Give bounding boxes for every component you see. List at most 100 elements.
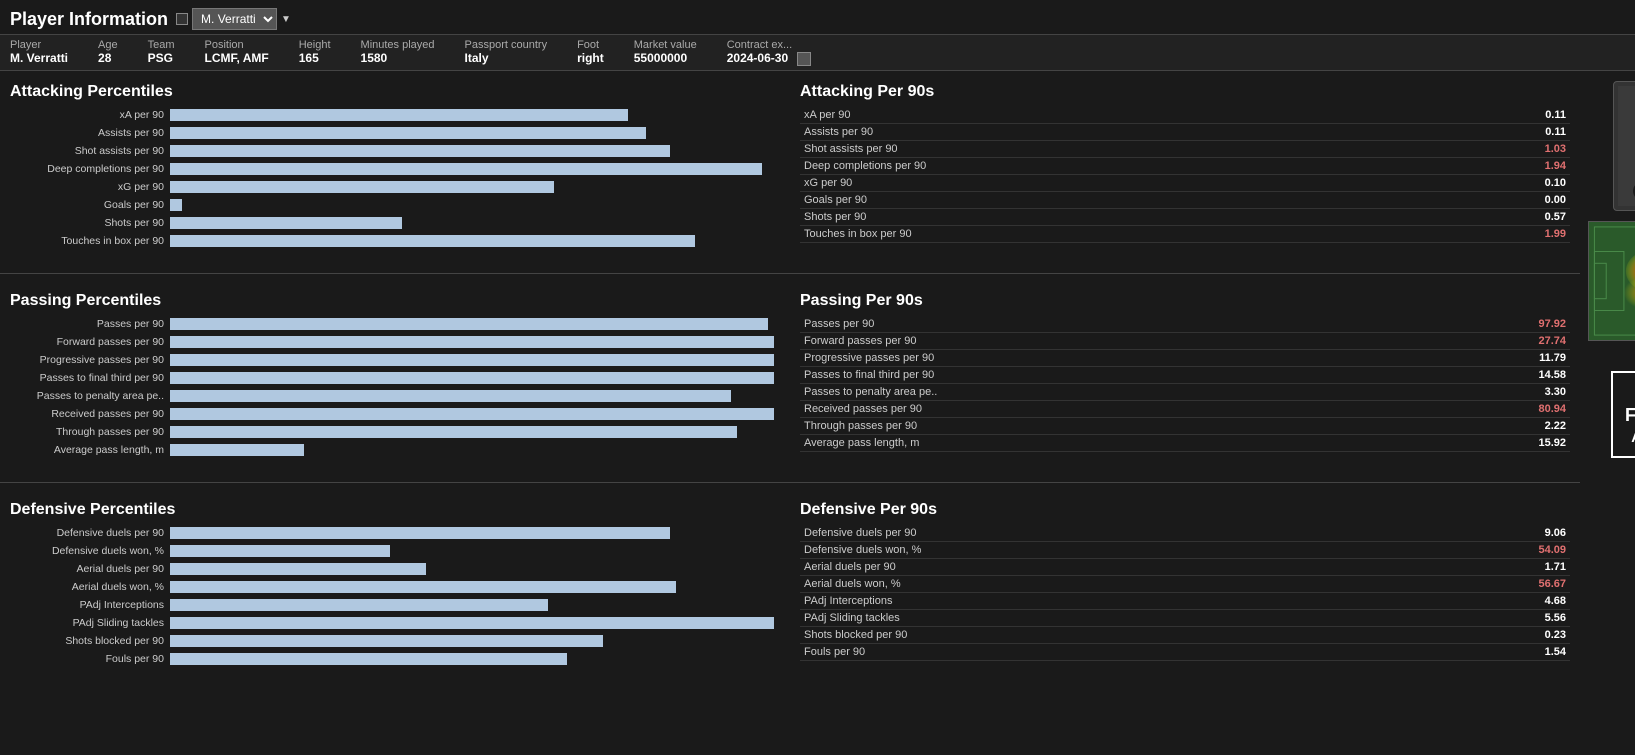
brand-box: TOTAL FOOTBALL ANALYSIS — [1611, 371, 1635, 458]
player-checkbox[interactable] — [176, 13, 188, 25]
market-col: Market value 55000000 — [634, 39, 697, 66]
stat-label: Passes per 90 — [800, 316, 1415, 333]
contract-checkbox[interactable] — [797, 52, 811, 66]
stat-label: Passes to penalty area pe.. — [800, 383, 1415, 400]
table-row: Shots blocked per 900.23 — [800, 626, 1570, 643]
passing-per90-panel: Passing Per 90s Passes per 9097.92Forwar… — [790, 280, 1580, 476]
bar-track — [170, 109, 780, 121]
minutes-label: Minutes played — [361, 39, 435, 51]
stat-value: 56.67 — [1400, 575, 1570, 592]
position-col: Position LCMF, AMF — [205, 39, 269, 66]
stat-label: Aerial duels won, % — [800, 575, 1400, 592]
bar-label: Deep completions per 90 — [10, 163, 170, 175]
attacking-percentiles-title: Attacking Percentiles — [10, 83, 780, 101]
team-col: Team PSG — [148, 39, 175, 66]
player-info-row: Player M. Verratti Age 28 Team PSG Posit… — [0, 35, 1635, 71]
stat-value: 1.94 — [1428, 157, 1570, 174]
passport-value: Italy — [465, 51, 548, 65]
stat-label: Deep completions per 90 — [800, 157, 1428, 174]
player-selector[interactable]: M. Verratti ▼ — [176, 8, 291, 30]
bar-fill — [170, 527, 670, 539]
stat-value: 5.56 — [1400, 609, 1570, 626]
table-row: Goals per 900.00 — [800, 191, 1570, 208]
table-row: Deep completions per 901.94 — [800, 157, 1570, 174]
market-label: Market value — [634, 39, 697, 51]
height-label: Height — [299, 39, 331, 51]
bar-row: Received passes per 90 — [10, 406, 780, 422]
bar-fill — [170, 145, 670, 157]
bar-label: Aerial duels won, % — [10, 581, 170, 593]
player-dropdown[interactable]: M. Verratti — [192, 8, 277, 30]
player-col: Player M. Verratti — [10, 39, 68, 66]
bar-fill — [170, 563, 426, 575]
stat-value: 27.74 — [1415, 332, 1570, 349]
bar-fill — [170, 444, 304, 456]
bar-track — [170, 163, 780, 175]
bar-row: Progressive passes per 90 — [10, 352, 780, 368]
table-row: Average pass length, m15.92 — [800, 434, 1570, 451]
bar-track — [170, 545, 780, 557]
stat-value: 14.58 — [1415, 366, 1570, 383]
defensive-per90-title: Defensive Per 90s — [800, 501, 1570, 519]
bar-fill — [170, 545, 390, 557]
bar-fill — [170, 653, 567, 665]
passing-percentiles-title: Passing Percentiles — [10, 292, 780, 310]
passing-per90-title: Passing Per 90s — [800, 292, 1570, 310]
stat-label: Received passes per 90 — [800, 400, 1415, 417]
table-row: Passes per 9097.92 — [800, 316, 1570, 333]
bar-label: Shot assists per 90 — [10, 145, 170, 157]
foot-label: Foot — [577, 39, 604, 51]
stat-value: 1.03 — [1428, 140, 1570, 157]
main-content: Attacking Percentiles xA per 90Assists p… — [0, 71, 1635, 685]
sidebar-right: TOTAL FOOTBALL ANALYSIS — [1580, 71, 1635, 685]
bar-fill — [170, 127, 646, 139]
bar-row: Shot assists per 90 — [10, 143, 780, 159]
bar-label: PAdj Interceptions — [10, 599, 170, 611]
passing-row: Passing Percentiles Passes per 90Forward… — [0, 280, 1580, 476]
table-row: Aerial duels won, %56.67 — [800, 575, 1570, 592]
table-row: PAdj Sliding tackles5.56 — [800, 609, 1570, 626]
bar-fill — [170, 336, 774, 348]
page-title: Player Information — [10, 9, 168, 30]
table-row: Defensive duels won, %54.09 — [800, 541, 1570, 558]
bar-row: Fouls per 90 — [10, 651, 780, 667]
bar-track — [170, 653, 780, 665]
stat-value: 80.94 — [1415, 400, 1570, 417]
brand-line1: TOTAL — [1625, 381, 1635, 403]
bar-row: xA per 90 — [10, 107, 780, 123]
stat-value: 1.99 — [1428, 225, 1570, 242]
age-col: Age 28 — [98, 39, 118, 66]
bar-label: Forward passes per 90 — [10, 336, 170, 348]
bar-track — [170, 354, 780, 366]
bar-label: Received passes per 90 — [10, 408, 170, 420]
bar-row: Goals per 90 — [10, 197, 780, 213]
foot-col: Foot right — [577, 39, 604, 66]
bar-row: Deep completions per 90 — [10, 161, 780, 177]
bar-fill — [170, 199, 182, 211]
dropdown-arrow[interactable]: ▼ — [281, 14, 291, 25]
bar-label: Passes per 90 — [10, 318, 170, 330]
bar-track — [170, 199, 780, 211]
bar-fill — [170, 599, 548, 611]
defensive-percentiles-title: Defensive Percentiles — [10, 501, 780, 519]
age-value: 28 — [98, 51, 118, 65]
bar-label: xA per 90 — [10, 109, 170, 121]
attacking-percentiles-panel: Attacking Percentiles xA per 90Assists p… — [0, 71, 790, 267]
player-label: Player — [10, 39, 68, 51]
bar-label: xG per 90 — [10, 181, 170, 193]
position-value: LCMF, AMF — [205, 51, 269, 65]
stat-label: Average pass length, m — [800, 434, 1415, 451]
bar-fill — [170, 372, 774, 384]
stat-value: 1.54 — [1400, 643, 1570, 660]
bar-row: PAdj Sliding tackles — [10, 615, 780, 631]
defensive-per90-table: Defensive duels per 909.06Defensive duel… — [800, 525, 1570, 661]
age-label: Age — [98, 39, 118, 51]
player-photo-svg — [1618, 86, 1635, 206]
table-row: PAdj Interceptions4.68 — [800, 592, 1570, 609]
bar-label: Through passes per 90 — [10, 426, 170, 438]
bar-row: xG per 90 — [10, 179, 780, 195]
table-row: Forward passes per 9027.74 — [800, 332, 1570, 349]
player-photo — [1613, 81, 1635, 211]
bar-row: Through passes per 90 — [10, 424, 780, 440]
stat-value: 4.68 — [1400, 592, 1570, 609]
